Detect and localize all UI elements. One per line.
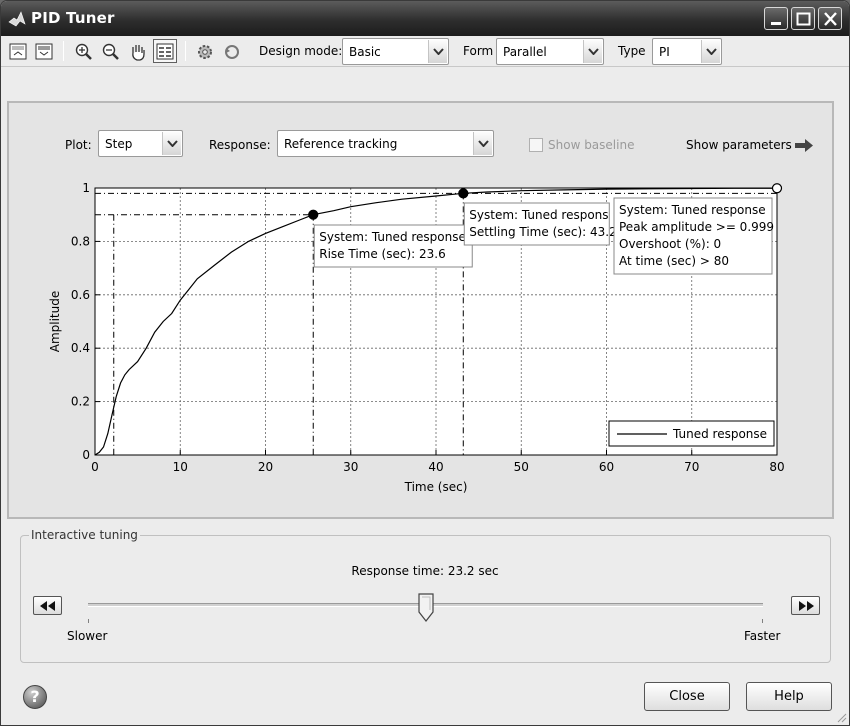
import-plant-button[interactable] bbox=[6, 39, 30, 63]
pid-tuner-window: PID Tuner Design mode: Basic Form Parall… bbox=[0, 0, 850, 726]
title-bar[interactable]: PID Tuner bbox=[1, 1, 849, 36]
restore-button[interactable] bbox=[219, 39, 243, 63]
window-title: PID Tuner bbox=[31, 9, 115, 27]
peak-datatip-text: System: Tuned response bbox=[619, 203, 766, 217]
response-time-slider-thumb[interactable] bbox=[417, 593, 434, 623]
settling-time-datatip-text: Settling Time (sec): 43.2 bbox=[469, 225, 616, 239]
x-tick-label: 0 bbox=[91, 460, 99, 474]
zoom-in-button[interactable] bbox=[71, 39, 95, 63]
slower-label: Slower bbox=[67, 629, 108, 643]
peak-datatip-text: Peak amplitude >= 0.999 bbox=[619, 220, 774, 234]
y-tick-label: 0.4 bbox=[71, 341, 90, 355]
y-tick-label: 0.6 bbox=[71, 288, 90, 302]
resize-grip-icon[interactable] bbox=[837, 713, 847, 723]
export-icon bbox=[35, 43, 53, 60]
y-axis-label: Amplitude bbox=[48, 291, 62, 353]
x-tick-label: 30 bbox=[343, 460, 358, 474]
x-tick-label: 10 bbox=[173, 460, 188, 474]
peak-datatip-text: Overshoot (%): 0 bbox=[619, 237, 721, 251]
fast-forward-icon bbox=[799, 601, 814, 611]
interactive-tuning-title: Interactive tuning bbox=[29, 528, 140, 542]
toolbar-separator bbox=[185, 41, 186, 61]
x-tick-label: 40 bbox=[428, 460, 443, 474]
import-plant-icon bbox=[9, 43, 27, 60]
faster-label: Faster bbox=[744, 629, 781, 643]
design-mode-select[interactable]: Basic bbox=[342, 38, 449, 65]
gear-icon bbox=[198, 45, 212, 59]
maximize-icon bbox=[796, 12, 811, 26]
zoom-out-button[interactable] bbox=[98, 39, 122, 63]
settling-time-datatip-text: System: Tuned respons bbox=[469, 208, 608, 222]
help-question-icon[interactable]: ? bbox=[23, 685, 47, 709]
y-tick-label: 1 bbox=[82, 181, 90, 195]
minimize-icon bbox=[771, 22, 781, 25]
form-label: Form bbox=[463, 44, 494, 58]
slider-tick bbox=[88, 619, 89, 623]
x-tick-label: 50 bbox=[514, 460, 529, 474]
x-tick-label: 60 bbox=[599, 460, 614, 474]
design-settings-button[interactable] bbox=[193, 39, 217, 63]
form-value: Parallel bbox=[503, 45, 547, 59]
peak-datatip-text: At time (sec) > 80 bbox=[619, 254, 729, 268]
data-marker bbox=[308, 209, 319, 220]
chevron-down-icon bbox=[428, 40, 447, 63]
peak-marker bbox=[771, 183, 783, 194]
matlab-logo-icon bbox=[8, 11, 26, 27]
x-tick-label: 70 bbox=[684, 460, 699, 474]
design-mode-value: Basic bbox=[349, 45, 381, 59]
plot-panel: Plot: Step Response: Reference tracking … bbox=[7, 101, 834, 519]
y-tick-label: 0.8 bbox=[71, 234, 90, 248]
pan-button[interactable] bbox=[125, 39, 149, 63]
chevron-down-icon bbox=[583, 40, 602, 63]
slider-tick bbox=[762, 619, 763, 623]
x-tick-label: 20 bbox=[258, 460, 273, 474]
response-time-text: Response time: 23.2 sec bbox=[351, 564, 499, 578]
rise-time-datatip-text: System: Tuned response bbox=[319, 230, 466, 244]
zoom-out-icon bbox=[102, 43, 119, 60]
y-tick-label: 0.2 bbox=[71, 395, 90, 409]
toolbar-separator bbox=[63, 41, 64, 61]
type-value: PI bbox=[659, 45, 670, 59]
faster-step-button[interactable] bbox=[791, 596, 820, 615]
close-button[interactable]: Close bbox=[644, 682, 730, 711]
help-button[interactable]: Help bbox=[746, 682, 832, 711]
rise-time-datatip-text: Rise Time (sec): 23.6 bbox=[319, 247, 445, 261]
type-select[interactable]: PI bbox=[652, 38, 722, 65]
step-response-chart: 0 10 20 30 40 50 60 70 80 0 0.2 0.4 0.6 0.8 1 Time (sec… bbox=[48, 181, 785, 494]
close-window-button[interactable] bbox=[818, 7, 842, 30]
export-button[interactable] bbox=[32, 39, 56, 63]
close-icon bbox=[824, 12, 837, 26]
x-tick-label: 80 bbox=[769, 460, 784, 474]
minimize-button[interactable] bbox=[764, 7, 788, 30]
x-axis-label: Time (sec) bbox=[404, 480, 468, 494]
rewind-icon bbox=[40, 601, 55, 611]
restore-icon bbox=[225, 45, 239, 59]
data-marker bbox=[458, 188, 469, 199]
data-cursor-icon bbox=[156, 43, 174, 60]
type-label: Type bbox=[618, 44, 646, 58]
zoom-in-icon bbox=[75, 43, 92, 60]
maximize-button[interactable] bbox=[791, 7, 815, 30]
toolbar: Design mode: Basic Form Parallel Type PI bbox=[1, 36, 849, 67]
chevron-down-icon bbox=[701, 40, 720, 63]
pan-hand-icon bbox=[132, 45, 145, 61]
slower-step-button[interactable] bbox=[33, 596, 62, 615]
legend-label: Tuned response bbox=[672, 427, 767, 441]
y-tick-label: 0 bbox=[82, 448, 90, 462]
design-mode-label: Design mode: bbox=[259, 44, 343, 58]
form-select[interactable]: Parallel bbox=[496, 38, 604, 65]
data-cursor-button[interactable] bbox=[153, 39, 177, 63]
